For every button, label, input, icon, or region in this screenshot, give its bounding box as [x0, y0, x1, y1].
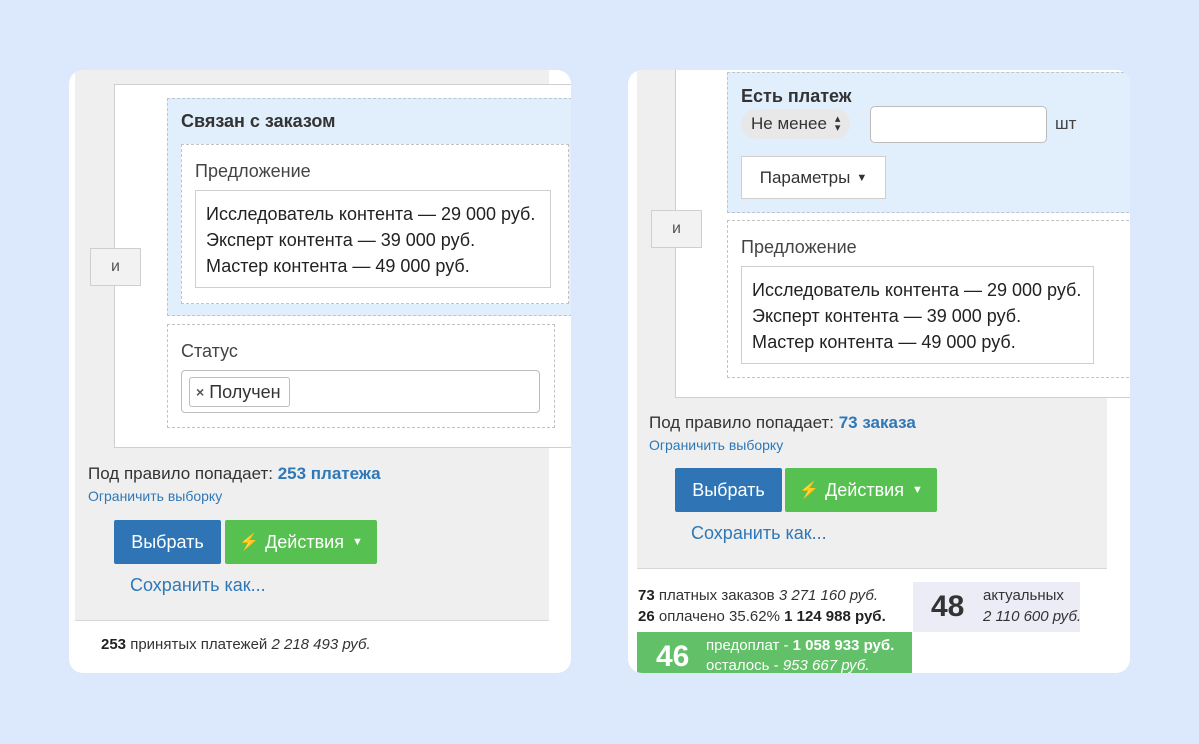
prepay-line: предоплат - 1 058 933 руб.	[706, 637, 894, 654]
prepay-text: предоплат -	[706, 637, 789, 654]
actual-text: актуальных	[983, 587, 1064, 604]
actions-button[interactable]: ⚡ Действия ▼	[785, 468, 937, 512]
linked-order-title: Связан с заказом	[181, 111, 336, 131]
payments-text: принятых платежей	[130, 636, 268, 653]
payments-sum: 2 218 493 руб.	[271, 636, 371, 653]
offer-item[interactable]: Эксперт контента — 39 000 руб.	[752, 303, 1083, 329]
left-card: и Связан с заказом Предложение Исследова…	[69, 70, 571, 673]
offer-list[interactable]: Исследователь контента — 29 000 руб. Экс…	[741, 266, 1094, 364]
payed-orders-stat: 26 оплачено 35.62% 1 124 988 руб.	[638, 608, 886, 625]
page: и Связан с заказом Предложение Исследова…	[0, 0, 1199, 744]
prepay-sum: 1 058 933 руб.	[792, 637, 895, 654]
actual-count: 48	[931, 590, 965, 623]
caret-down-icon: ▼	[856, 171, 868, 184]
status-tag-label: Получен	[209, 381, 281, 402]
paid-sum: 3 271 160 руб.	[778, 587, 879, 604]
remove-tag-icon[interactable]: ×	[196, 384, 204, 400]
paid-count: 73	[638, 587, 655, 604]
offer-item[interactable]: Исследователь контента — 29 000 руб.	[752, 277, 1083, 303]
offer-item[interactable]: Мастер контента — 49 000 руб.	[206, 253, 540, 279]
remain-sum: 953 667 руб.	[782, 657, 870, 673]
bolt-icon: ⚡	[799, 482, 820, 499]
limit-selection-link[interactable]: Ограничить выборку	[649, 437, 783, 453]
actions-button[interactable]: ⚡ Действия ▼	[225, 520, 377, 564]
status-tag: × Получен	[189, 377, 290, 407]
rule-hint: Под правило попадает: 253 платежа	[88, 464, 381, 484]
status-label: Статус	[181, 341, 238, 361]
offer-item[interactable]: Эксперт контента — 39 000 руб.	[206, 227, 540, 253]
paid-text: платных заказов	[658, 587, 775, 604]
limit-selection-link[interactable]: Ограничить выборку	[88, 488, 222, 504]
select-button[interactable]: Выбрать	[675, 468, 782, 512]
params-label: Параметры	[759, 167, 851, 187]
compare-value: Не менее	[751, 114, 827, 133]
prepay-count: 46	[656, 640, 690, 673]
offer-label: Предложение	[195, 161, 311, 181]
payments-summary: 253 принятых платежей 2 218 493 руб.	[101, 636, 371, 653]
offer-item[interactable]: Мастер контента — 49 000 руб.	[752, 329, 1083, 355]
rule-hint-prefix: Под правило попадает:	[649, 413, 834, 432]
actual-sum: 2 110 600 руб.	[983, 608, 1082, 625]
rule-hint-count[interactable]: 253 платежа	[278, 464, 381, 483]
divider	[75, 620, 549, 621]
payment-title: Есть платеж	[741, 86, 852, 106]
offer-item[interactable]: Исследователь контента — 29 000 руб.	[206, 201, 540, 227]
paid-orders-stat: 73 платных заказов 3 271 160 руб.	[638, 587, 878, 604]
remain-line: осталось - 953 667 руб.	[706, 657, 869, 673]
status-input[interactable]: × Получен	[181, 370, 540, 413]
caret-down-icon: ▼	[351, 536, 363, 548]
quantity-unit: шт	[1055, 114, 1077, 133]
right-card: и Есть платеж Не менее ▴ ▾ шт Параметры ▼…	[628, 70, 1130, 673]
remain-text: осталось -	[706, 657, 779, 673]
caret-down-icon: ▼	[911, 484, 923, 496]
and-operator-button[interactable]: и	[90, 248, 141, 286]
save-as-link[interactable]: Сохранить как...	[691, 523, 827, 544]
rule-hint-prefix: Под правило попадает:	[88, 464, 273, 483]
actions-label: Действия	[265, 531, 344, 552]
rule-hint-count[interactable]: 73 заказа	[839, 413, 916, 432]
compare-select[interactable]: Не менее ▴ ▾	[741, 109, 851, 139]
params-button[interactable]: Параметры ▼	[741, 156, 886, 199]
actions-label: Действия	[825, 479, 904, 500]
divider	[637, 568, 1107, 569]
payed-count: 26	[638, 608, 655, 625]
bolt-icon: ⚡	[239, 534, 260, 551]
payed-sum: 1 124 988 руб.	[784, 608, 886, 625]
payments-count: 253	[101, 636, 127, 653]
payed-text: оплачено 35.62%	[658, 608, 780, 625]
and-label: и	[672, 220, 681, 237]
save-as-link[interactable]: Сохранить как...	[130, 575, 266, 596]
select-button[interactable]: Выбрать	[114, 520, 221, 564]
and-operator-button[interactable]: и	[651, 210, 702, 248]
offer-label: Предложение	[741, 237, 857, 257]
select-arrows-icon: ▴ ▾	[834, 113, 841, 134]
offer-list[interactable]: Исследователь контента — 29 000 руб. Экс…	[195, 190, 551, 288]
and-label: и	[111, 258, 120, 275]
rule-hint: Под правило попадает: 73 заказа	[649, 413, 916, 433]
quantity-input[interactable]	[870, 106, 1047, 143]
